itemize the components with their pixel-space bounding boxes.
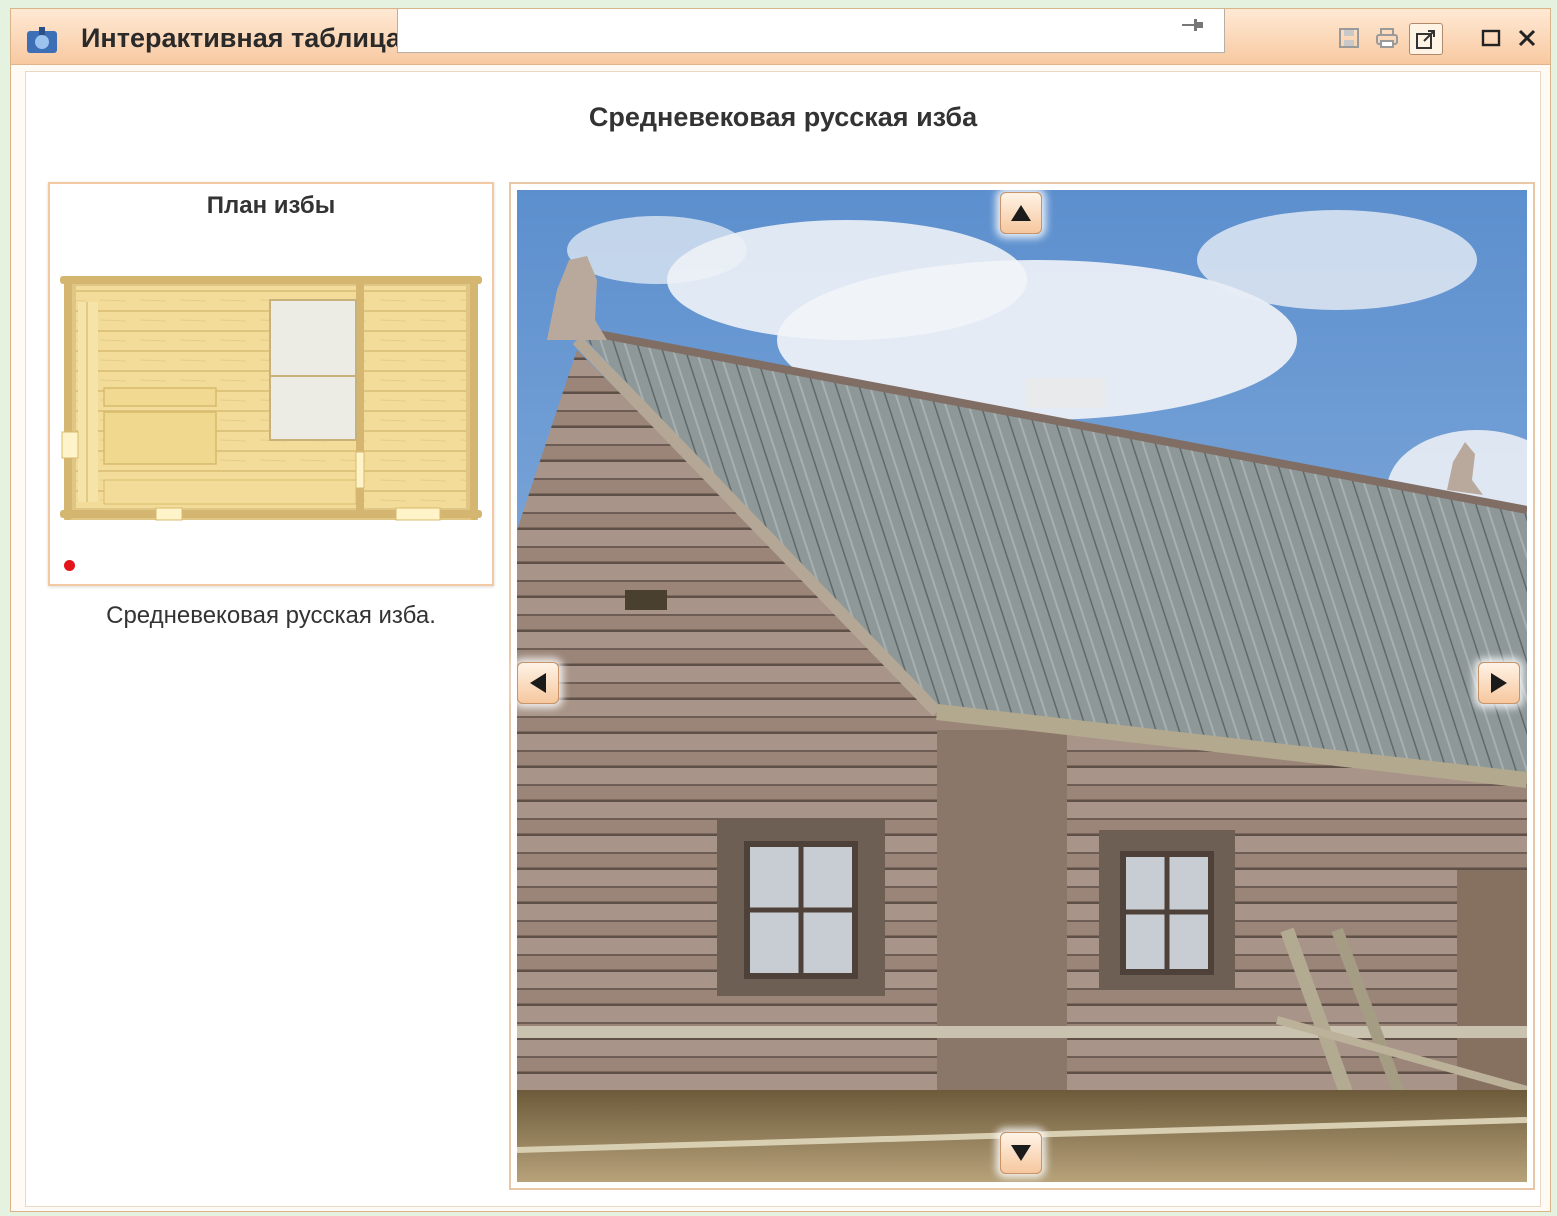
window-title: Интерактивная таблица [81, 23, 401, 53]
close-button[interactable] [1511, 23, 1543, 53]
nav-right-button[interactable] [1478, 662, 1520, 704]
nav-down-button[interactable] [1000, 1132, 1042, 1174]
app-icon [27, 27, 57, 53]
save-icon [1339, 28, 1359, 48]
image-viewer [509, 182, 1535, 1190]
maximize-button[interactable] [1475, 23, 1507, 53]
izba-scene-image [517, 190, 1527, 1182]
plan-panel: План избы [48, 182, 494, 586]
arrow-right-icon [1491, 673, 1507, 693]
nav-left-button[interactable] [517, 662, 559, 704]
close-icon [1518, 29, 1536, 47]
plan-marker[interactable] [64, 560, 75, 571]
nav-up-button[interactable] [1000, 192, 1042, 234]
title-bar: Интерактивная таблица [11, 9, 1550, 65]
content-area: Средневековая русская изба План избы Сре… [25, 71, 1541, 1207]
arrow-down-icon [1011, 1145, 1031, 1161]
export-icon [1416, 30, 1435, 49]
maximize-icon [1481, 29, 1501, 47]
print-button[interactable] [1371, 23, 1403, 53]
plan-title: План избы [206, 192, 336, 219]
caption-text: Средневековая русская изба. [106, 602, 436, 629]
arrow-left-icon [530, 673, 546, 693]
page-title: Средневековая русская изба [588, 102, 978, 132]
app-window: Интерактивная таблица Средневековая русс… [10, 8, 1551, 1212]
export-button[interactable] [1409, 23, 1443, 55]
print-icon [1376, 28, 1398, 48]
arrow-up-icon [1011, 205, 1031, 221]
title-input-field[interactable] [397, 9, 1225, 53]
floor-plan-image[interactable] [60, 272, 482, 528]
pin-icon[interactable] [1180, 15, 1206, 35]
save-button[interactable] [1333, 23, 1365, 53]
